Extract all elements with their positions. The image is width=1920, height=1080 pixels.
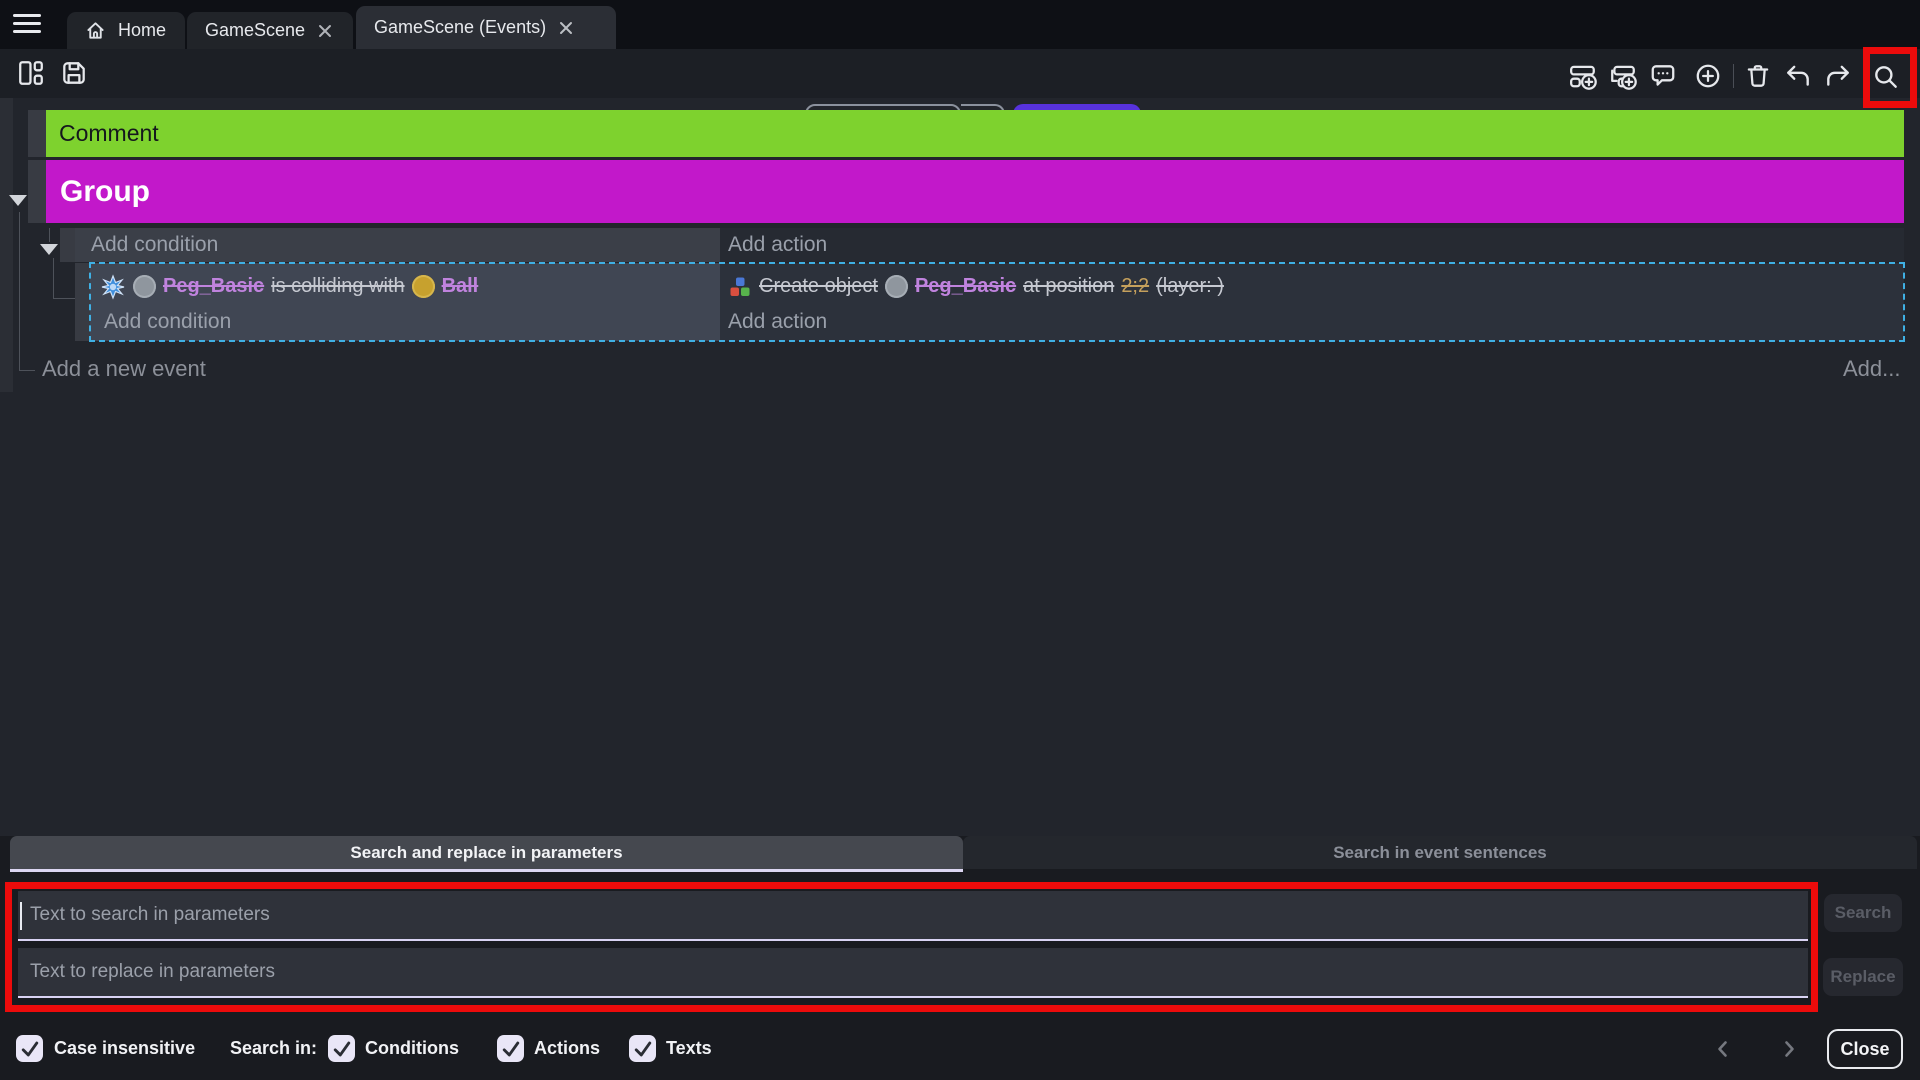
- close-button-label: Close: [1840, 1039, 1889, 1060]
- replace-button-label: Replace: [1830, 967, 1895, 987]
- tree-guide-line: [19, 212, 20, 370]
- conditions-checkbox[interactable]: [328, 1035, 355, 1062]
- add-action-link[interactable]: Add action: [720, 228, 1904, 262]
- tab-gamescene-events[interactable]: GameScene (Events): [356, 6, 616, 49]
- subevent-drag-handle[interactable]: [75, 263, 90, 341]
- close-button[interactable]: Close: [1827, 1029, 1903, 1069]
- tab-label: Search and replace in parameters: [350, 843, 622, 863]
- actions-label: Actions: [534, 1035, 600, 1062]
- peg-basic-object-icon: [885, 275, 908, 298]
- events-toolbar: Preview Publish: [0, 49, 1920, 98]
- texts-label: Texts: [666, 1035, 712, 1062]
- home-icon: [85, 20, 106, 41]
- tree-guide-line: [49, 228, 50, 242]
- add-condition-link[interactable]: Add condition: [100, 305, 720, 338]
- action-object: Peg_Basic: [915, 275, 1016, 298]
- add-new-event-label: Add a new event: [42, 356, 206, 381]
- comment-drag-handle[interactable]: [28, 110, 46, 157]
- action-position-value: 2;2: [1121, 275, 1149, 298]
- case-insensitive-label: Case insensitive: [54, 1035, 195, 1062]
- add-action-label: Add action: [728, 233, 827, 257]
- actions-cell[interactable]: Create object Peg_Basic at position 2;2 …: [720, 263, 1904, 341]
- tree-guide-line: [53, 258, 54, 298]
- trash-icon[interactable]: [1744, 62, 1772, 90]
- add-action-link[interactable]: Add action: [728, 305, 1904, 338]
- save-icon[interactable]: [60, 59, 88, 87]
- add-condition-link[interactable]: Add condition: [75, 228, 720, 262]
- tree-guide-corner: [19, 370, 35, 371]
- create-object-icon: [728, 275, 752, 299]
- add-condition-label: Add condition: [91, 233, 218, 257]
- comment-text: Comment: [59, 120, 159, 147]
- add-comment-icon[interactable]: [1649, 62, 1677, 90]
- undo-icon[interactable]: [1784, 62, 1812, 90]
- tab-label: Home: [118, 20, 166, 41]
- group-drag-handle[interactable]: [28, 160, 46, 223]
- event-fold-arrow-icon[interactable]: [40, 244, 58, 255]
- texts-checkbox[interactable]: [629, 1035, 656, 1062]
- add-condition-label: Add condition: [104, 310, 231, 334]
- tab-home[interactable]: Home: [67, 12, 185, 49]
- conditions-label: Conditions: [365, 1035, 459, 1062]
- replace-button[interactable]: Replace: [1823, 958, 1903, 996]
- peg-basic-object-icon: [133, 275, 156, 298]
- tab-label: GameScene: [205, 20, 305, 41]
- group-row[interactable]: Group: [46, 160, 1904, 223]
- add-more-label: Add...: [1843, 356, 1900, 381]
- search-button-label: Search: [1835, 903, 1892, 923]
- group-fold-arrow-icon[interactable]: [9, 195, 27, 206]
- tree-guide-corner: [53, 298, 75, 299]
- add-circle-icon[interactable]: [1694, 62, 1722, 90]
- condition-object1: Peg_Basic: [163, 275, 264, 298]
- toggle-panels-icon[interactable]: [17, 59, 45, 87]
- close-icon[interactable]: [558, 20, 574, 36]
- collision-icon: [100, 274, 126, 300]
- condition-middle: is colliding with: [271, 275, 404, 298]
- tab-gamescene[interactable]: GameScene: [187, 12, 353, 49]
- next-result-button[interactable]: [1778, 1038, 1800, 1060]
- condition-object2: Ball: [442, 275, 479, 298]
- annotation-box-inputs: [5, 882, 1818, 1012]
- annotation-box-search-icon: [1863, 47, 1917, 108]
- conditions-cell[interactable]: Peg_Basic is colliding with Ball Add con…: [90, 263, 720, 341]
- redo-icon[interactable]: [1824, 62, 1852, 90]
- gdevelop-window: Home GameScene GameScene (Events): [0, 0, 1920, 1080]
- toolbar-divider: [1733, 64, 1734, 88]
- tab-strip: Home GameScene GameScene (Events): [0, 0, 1920, 49]
- ball-object-icon: [412, 275, 435, 298]
- group-title: Group: [60, 175, 150, 209]
- action-suffix: (layer: ): [1156, 275, 1224, 298]
- case-insensitive-checkbox[interactable]: [16, 1035, 43, 1062]
- tab-label: GameScene (Events): [374, 17, 546, 38]
- add-event-icon[interactable]: [1569, 62, 1597, 90]
- search-in-label: Search in:: [230, 1035, 317, 1062]
- action-middle: at position: [1023, 275, 1114, 298]
- event-sheet-left-rail: [0, 98, 13, 392]
- hamburger-menu-button[interactable]: [13, 14, 41, 36]
- tab-search-replace-parameters[interactable]: Search and replace in parameters: [10, 836, 963, 869]
- event-drag-handle[interactable]: [60, 228, 75, 262]
- actions-checkbox[interactable]: [497, 1035, 524, 1062]
- selected-event[interactable]: Peg_Basic is colliding with Ball Add con…: [90, 263, 1904, 341]
- previous-result-button[interactable]: [1712, 1038, 1734, 1060]
- action-sentence[interactable]: Create object Peg_Basic at position 2;2 …: [728, 268, 1904, 305]
- comment-row[interactable]: Comment: [46, 110, 1904, 157]
- tab-search-event-sentences[interactable]: Search in event sentences: [963, 836, 1917, 869]
- tab-label: Search in event sentences: [1333, 843, 1547, 863]
- search-button[interactable]: Search: [1824, 894, 1902, 932]
- add-action-label: Add action: [728, 310, 827, 334]
- add-new-event-link[interactable]: Add a new event: [42, 356, 206, 382]
- action-prefix: Create object: [759, 275, 878, 298]
- active-tab-indicator: [10, 869, 963, 872]
- add-more-link[interactable]: Add...: [1843, 356, 1900, 382]
- add-subevent-icon[interactable]: [1609, 62, 1637, 90]
- close-icon[interactable]: [317, 23, 333, 39]
- condition-sentence[interactable]: Peg_Basic is colliding with Ball: [100, 268, 720, 305]
